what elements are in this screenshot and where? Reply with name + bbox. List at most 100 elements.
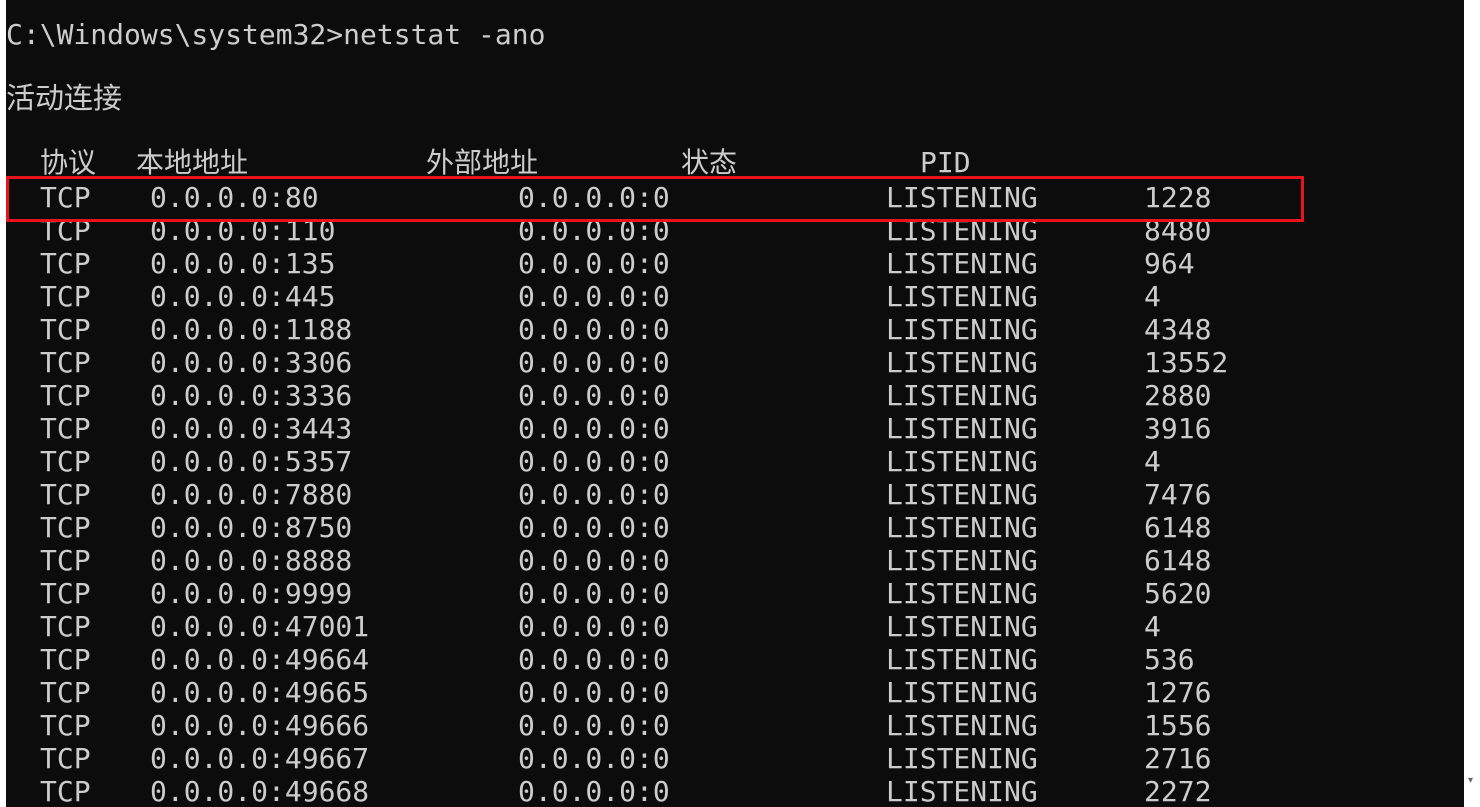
cell-state: LISTENING <box>886 478 1038 511</box>
table-row: TCP 0.0.0.0:445 0.0.0.0:0 LISTENING 4 <box>6 280 1464 313</box>
header-state: 状态 <box>681 146 738 179</box>
cell-proto: TCP <box>40 214 91 247</box>
header-proto: 协议 <box>40 146 97 179</box>
cell-local: 0.0.0.0:49667 <box>150 742 370 775</box>
cell-proto: TCP <box>40 313 91 346</box>
cell-local: 0.0.0.0:47001 <box>150 610 370 643</box>
cell-local: 0.0.0.0:9999 <box>150 577 353 610</box>
cell-pid: 4 <box>1144 280 1161 313</box>
table-row: TCP 0.0.0.0:8888 0.0.0.0:0 LISTENING 6148 <box>6 544 1464 577</box>
cell-foreign: 0.0.0.0:0 <box>518 709 670 742</box>
table-row: TCP 0.0.0.0:3306 0.0.0.0:0 LISTENING 13552 <box>6 346 1464 379</box>
cell-pid: 4 <box>1144 445 1161 478</box>
cell-pid: 8480 <box>1144 214 1212 247</box>
cell-local: 0.0.0.0:5357 <box>150 445 353 478</box>
cell-local: 0.0.0.0:49664 <box>150 643 370 676</box>
table-row: TCP 0.0.0.0:80 0.0.0.0:0 LISTENING 1228 <box>6 181 1464 214</box>
table-row: TCP 0.0.0.0:9999 0.0.0.0:0 LISTENING 5620 <box>6 577 1464 610</box>
cell-pid: 4348 <box>1144 313 1212 346</box>
header-local-address: 本地地址 <box>136 146 249 179</box>
cell-proto: TCP <box>40 577 91 610</box>
cell-local: 0.0.0.0:80 <box>150 181 319 214</box>
header-pid: PID <box>920 146 971 179</box>
scroll-down-arrow-icon[interactable]: ▾ <box>1468 776 1478 786</box>
cell-state: LISTENING <box>886 181 1038 214</box>
table-row: TCP 0.0.0.0:49665 0.0.0.0:0 LISTENING 1276 <box>6 676 1464 709</box>
table-row: TCP 0.0.0.0:7880 0.0.0.0:0 LISTENING 7476 <box>6 478 1464 511</box>
cell-proto: TCP <box>40 709 91 742</box>
command-prompt-line: C:\Windows\system32>netstat -ano <box>6 18 546 51</box>
cell-proto: TCP <box>40 676 91 709</box>
cell-foreign: 0.0.0.0:0 <box>518 511 670 544</box>
table-row: TCP 0.0.0.0:49664 0.0.0.0:0 LISTENING 536 <box>6 643 1464 676</box>
active-connections-title: 活动连接 <box>6 81 123 115</box>
table-row: TCP 0.0.0.0:3336 0.0.0.0:0 LISTENING 2880 <box>6 379 1464 412</box>
cell-pid: 2272 <box>1144 775 1212 807</box>
cell-foreign: 0.0.0.0:0 <box>518 577 670 610</box>
cell-foreign: 0.0.0.0:0 <box>518 643 670 676</box>
cell-state: LISTENING <box>886 247 1038 280</box>
cell-pid: 13552 <box>1144 346 1229 379</box>
cell-foreign: 0.0.0.0:0 <box>518 379 670 412</box>
cell-pid: 5620 <box>1144 577 1212 610</box>
cell-proto: TCP <box>40 775 91 807</box>
cell-local: 0.0.0.0:3336 <box>150 379 353 412</box>
cell-pid: 7476 <box>1144 478 1212 511</box>
cell-state: LISTENING <box>886 610 1038 643</box>
table-row: TCP 0.0.0.0:5357 0.0.0.0:0 LISTENING 4 <box>6 445 1464 478</box>
cell-proto: TCP <box>40 445 91 478</box>
table-row: TCP 0.0.0.0:8750 0.0.0.0:0 LISTENING 6148 <box>6 511 1464 544</box>
cell-pid: 6148 <box>1144 544 1212 577</box>
cell-foreign: 0.0.0.0:0 <box>518 742 670 775</box>
cell-foreign: 0.0.0.0:0 <box>518 214 670 247</box>
table-row: TCP 0.0.0.0:49668 0.0.0.0:0 LISTENING 2272 <box>6 775 1464 807</box>
cell-local: 0.0.0.0:7880 <box>150 478 353 511</box>
cell-proto: TCP <box>40 544 91 577</box>
cell-foreign: 0.0.0.0:0 <box>518 181 670 214</box>
cell-pid: 2880 <box>1144 379 1212 412</box>
cell-foreign: 0.0.0.0:0 <box>518 478 670 511</box>
cell-proto: TCP <box>40 346 91 379</box>
table-row: TCP 0.0.0.0:49666 0.0.0.0:0 LISTENING 1556 <box>6 709 1464 742</box>
cell-proto: TCP <box>40 181 91 214</box>
cell-proto: TCP <box>40 511 91 544</box>
cell-proto: TCP <box>40 412 91 445</box>
cell-state: LISTENING <box>886 379 1038 412</box>
cell-foreign: 0.0.0.0:0 <box>518 346 670 379</box>
cell-local: 0.0.0.0:3306 <box>150 346 353 379</box>
connections-table: TCP 0.0.0.0:80 0.0.0.0:0 LISTENING 1228 TCP 0.… <box>6 181 1464 807</box>
cell-foreign: 0.0.0.0:0 <box>518 313 670 346</box>
cell-foreign: 0.0.0.0:0 <box>518 676 670 709</box>
cell-proto: TCP <box>40 742 91 775</box>
vertical-scrollbar[interactable] <box>1464 0 1480 807</box>
table-row: TCP 0.0.0.0:3443 0.0.0.0:0 LISTENING 3916 <box>6 412 1464 445</box>
cell-state: LISTENING <box>886 313 1038 346</box>
table-row: TCP 0.0.0.0:135 0.0.0.0:0 LISTENING 964 <box>6 247 1464 280</box>
console-window[interactable]: C:\Windows\system32>netstat -ano 活动连接 协议… <box>6 0 1464 807</box>
cell-pid: 536 <box>1144 643 1195 676</box>
cell-proto: TCP <box>40 643 91 676</box>
cell-state: LISTENING <box>886 214 1038 247</box>
cell-state: LISTENING <box>886 676 1038 709</box>
cell-foreign: 0.0.0.0:0 <box>518 247 670 280</box>
cell-pid: 1556 <box>1144 709 1212 742</box>
cell-pid: 3916 <box>1144 412 1212 445</box>
cell-local: 0.0.0.0:8888 <box>150 544 353 577</box>
cell-local: 0.0.0.0:110 <box>150 214 336 247</box>
cell-local: 0.0.0.0:1188 <box>150 313 353 346</box>
cell-pid: 2716 <box>1144 742 1212 775</box>
cell-proto: TCP <box>40 478 91 511</box>
cell-local: 0.0.0.0:49665 <box>150 676 370 709</box>
cell-pid: 4 <box>1144 610 1161 643</box>
cell-pid: 964 <box>1144 247 1195 280</box>
cell-proto: TCP <box>40 610 91 643</box>
cell-state: LISTENING <box>886 280 1038 313</box>
cell-state: LISTENING <box>886 709 1038 742</box>
cell-proto: TCP <box>40 280 91 313</box>
cell-state: LISTENING <box>886 742 1038 775</box>
cell-proto: TCP <box>40 247 91 280</box>
cell-state: LISTENING <box>886 346 1038 379</box>
cell-foreign: 0.0.0.0:0 <box>518 412 670 445</box>
cell-foreign: 0.0.0.0:0 <box>518 445 670 478</box>
cell-local: 0.0.0.0:135 <box>150 247 336 280</box>
